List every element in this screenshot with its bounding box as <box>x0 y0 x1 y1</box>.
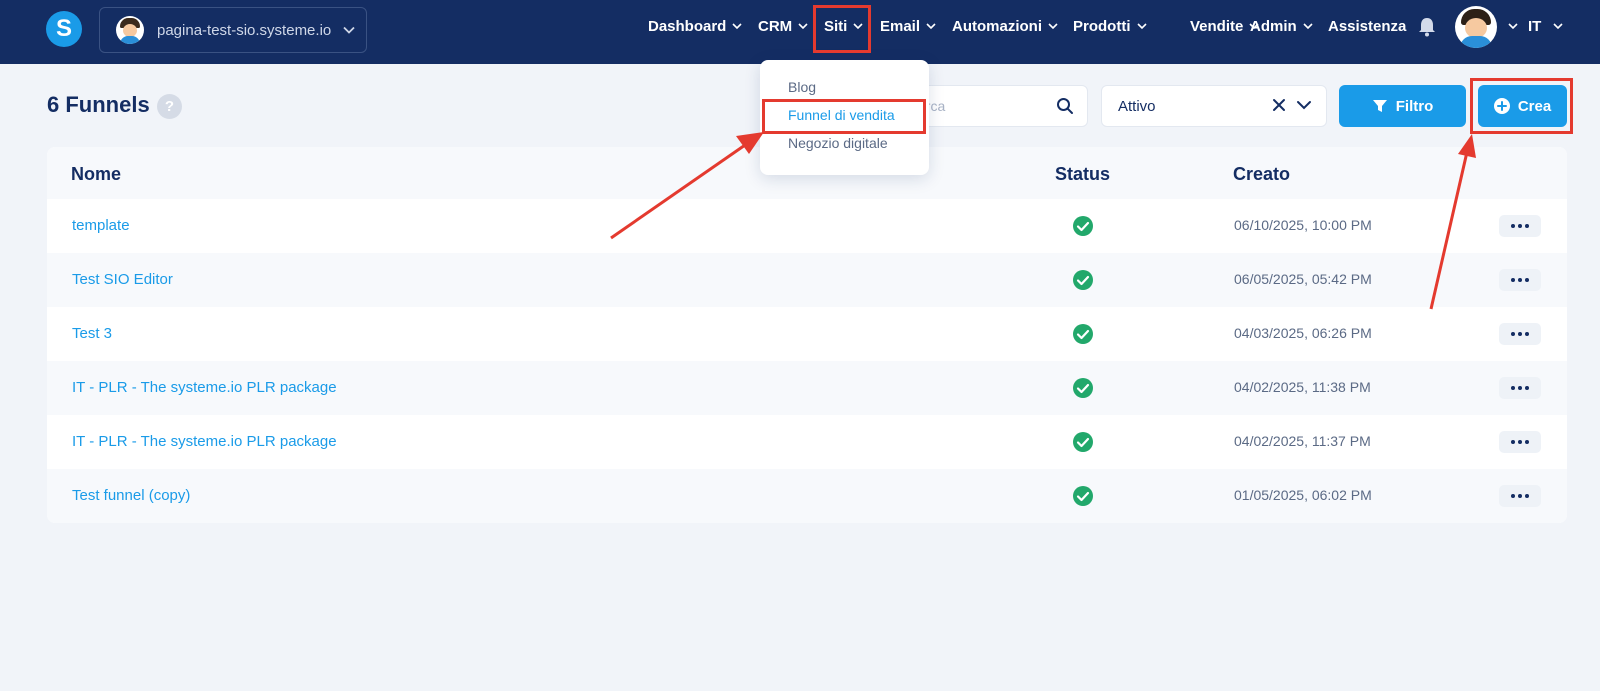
nav-label: Prodotti <box>1073 17 1131 35</box>
search-icon[interactable] <box>1056 97 1074 115</box>
chevron-down-icon <box>798 22 808 29</box>
nav-label: Assistenza <box>1328 17 1407 35</box>
nav-crm[interactable]: CRM <box>758 0 808 52</box>
annotation-highlight-funnel <box>762 99 926 134</box>
more-icon[interactable] <box>1499 269 1541 291</box>
more-icon[interactable] <box>1499 215 1541 237</box>
close-icon[interactable] <box>1272 98 1286 112</box>
workspace-label: pagina-test-sio.systeme.io <box>157 21 332 39</box>
created-date: 04/02/2025, 11:38 PM <box>1234 379 1371 395</box>
check-circle-icon <box>1073 378 1093 398</box>
language-label: IT <box>1528 17 1542 35</box>
table-row: Test funnel (copy) 01/05/2025, 06:02 PM <box>47 469 1567 523</box>
nav-prodotti[interactable]: Prodotti <box>1073 0 1147 52</box>
created-date: 04/03/2025, 06:26 PM <box>1234 325 1372 341</box>
funnel-name-link[interactable]: IT - PLR - The systeme.io PLR package <box>72 433 337 450</box>
table-row: template 06/10/2025, 10:00 PM <box>47 199 1567 253</box>
workspace-avatar <box>116 16 144 44</box>
table-row: Test 3 04/03/2025, 06:26 PM <box>47 307 1567 361</box>
nav-assistenza[interactable]: Assistenza <box>1328 0 1406 52</box>
check-circle-icon <box>1073 270 1093 290</box>
table-row: Test SIO Editor 06/05/2025, 05:42 PM <box>47 253 1567 307</box>
more-icon[interactable] <box>1499 485 1541 507</box>
workspace-selector[interactable]: pagina-test-sio.systeme.io <box>99 7 367 53</box>
funnel-name-link[interactable]: Test SIO Editor <box>72 271 173 288</box>
more-icon[interactable] <box>1499 377 1541 399</box>
check-circle-icon <box>1073 216 1093 236</box>
annotation-highlight-siti <box>813 5 871 53</box>
chevron-down-icon <box>1553 22 1563 29</box>
funnel-name-link[interactable]: IT - PLR - The systeme.io PLR package <box>72 379 337 396</box>
language-selector[interactable]: IT <box>1528 0 1563 52</box>
check-circle-icon <box>1073 324 1093 344</box>
user-avatar[interactable] <box>1455 6 1497 48</box>
user-menu-chevron[interactable] <box>1502 0 1518 52</box>
column-header-name[interactable]: Nome <box>71 164 121 185</box>
chevron-down-icon <box>1048 22 1058 29</box>
status-select[interactable]: Attivo <box>1101 85 1327 127</box>
nav-email[interactable]: Email <box>880 0 936 52</box>
chevron-down-icon <box>1303 22 1313 29</box>
chevron-down-icon <box>1136 22 1147 29</box>
top-navbar: S pagina-test-sio.systeme.io Dashboard C… <box>0 0 1600 64</box>
table-row: IT - PLR - The systeme.io PLR package 04… <box>47 361 1567 415</box>
column-header-created[interactable]: Creato <box>1233 164 1290 185</box>
nav-label: Admin <box>1250 17 1297 35</box>
menu-item-negozio-digitale[interactable]: Negozio digitale <box>788 135 888 151</box>
filter-button[interactable]: Filtro <box>1339 85 1466 127</box>
chevron-down-icon <box>926 22 936 29</box>
nav-label: CRM <box>758 17 793 35</box>
created-date: 01/05/2025, 06:02 PM <box>1234 487 1372 503</box>
nav-label: Dashboard <box>648 17 727 35</box>
more-icon[interactable] <box>1499 323 1541 345</box>
created-date: 04/02/2025, 11:37 PM <box>1234 433 1371 449</box>
funnel-name-link[interactable]: template <box>72 217 130 234</box>
search-input[interactable]: erca <box>905 85 1088 127</box>
chevron-down-icon <box>732 22 742 29</box>
more-icon[interactable] <box>1499 431 1541 453</box>
created-date: 06/05/2025, 05:42 PM <box>1234 271 1372 287</box>
status-value: Attivo <box>1118 98 1156 115</box>
nav-label: Vendite <box>1190 17 1244 35</box>
annotation-highlight-create <box>1470 78 1573 134</box>
filter-icon <box>1372 100 1387 112</box>
table-row: IT - PLR - The systeme.io PLR package 04… <box>47 415 1567 469</box>
chevron-down-icon <box>343 26 355 34</box>
menu-item-blog[interactable]: Blog <box>788 79 816 95</box>
funnels-table: Nome Status Creato template 06/10/2025, … <box>47 147 1567 523</box>
chevron-down-icon <box>1508 22 1518 29</box>
funnel-name-link[interactable]: Test funnel (copy) <box>72 487 190 504</box>
logo-icon[interactable]: S <box>46 11 82 47</box>
bell-icon[interactable] <box>1418 17 1436 37</box>
created-date: 06/10/2025, 10:00 PM <box>1234 217 1372 233</box>
check-circle-icon <box>1073 486 1093 506</box>
column-header-status[interactable]: Status <box>1055 164 1110 185</box>
nav-admin[interactable]: Admin <box>1250 0 1313 52</box>
check-circle-icon <box>1073 432 1093 452</box>
nav-label: Email <box>880 17 921 35</box>
funnel-name-link[interactable]: Test 3 <box>72 325 112 342</box>
page-title: 6 Funnels <box>47 92 150 117</box>
nav-automazioni[interactable]: Automazioni <box>952 0 1058 52</box>
help-icon[interactable]: ? <box>157 94 182 119</box>
nav-label: Automazioni <box>952 17 1042 35</box>
nav-dashboard[interactable]: Dashboard <box>648 0 742 52</box>
nav-vendite[interactable]: Vendite <box>1190 0 1259 52</box>
chevron-down-icon[interactable] <box>1296 99 1312 111</box>
filter-label: Filtro <box>1395 97 1434 115</box>
